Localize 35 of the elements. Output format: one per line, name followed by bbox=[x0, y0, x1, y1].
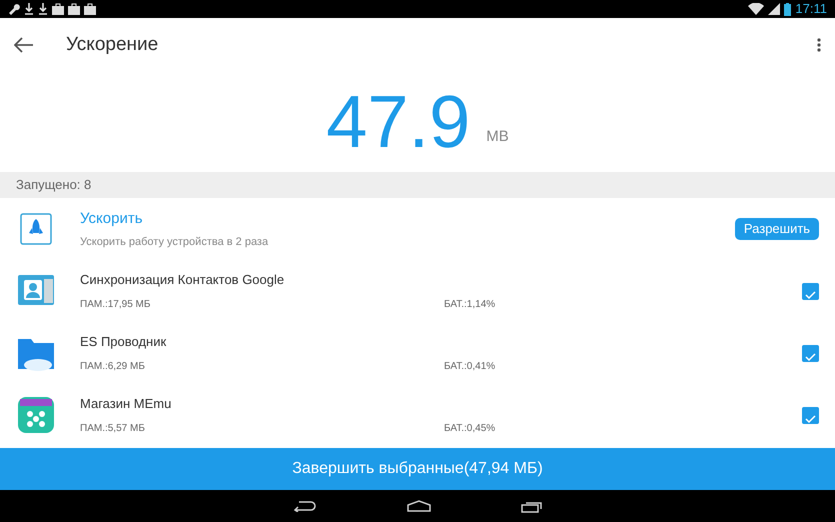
allow-button[interactable]: Разрешить bbox=[735, 218, 819, 240]
download-icon bbox=[24, 3, 34, 15]
store-icon bbox=[16, 395, 56, 435]
finish-selected-button[interactable]: Завершить выбранные(47,94 МБ) bbox=[0, 448, 835, 490]
checkbox[interactable] bbox=[802, 406, 819, 424]
battery-usage: БАТ.:1,14% bbox=[444, 298, 496, 312]
back-icon[interactable] bbox=[14, 37, 34, 53]
bag-icon bbox=[84, 3, 96, 15]
checkbox[interactable] bbox=[802, 344, 819, 362]
download-icon bbox=[38, 3, 48, 15]
wrench-icon bbox=[8, 3, 20, 15]
boost-title: Ускорить bbox=[80, 208, 144, 228]
recent-apps-icon[interactable] bbox=[520, 500, 542, 512]
home-icon[interactable] bbox=[406, 500, 430, 512]
checkbox[interactable] bbox=[802, 282, 819, 300]
bag-icon bbox=[68, 3, 80, 15]
battery-usage: БАТ.:0,45% bbox=[444, 422, 496, 436]
boost-description: Ускорить работу устройства в 2 раза bbox=[80, 235, 270, 250]
memory-usage: ПАМ.:5,57 МБ bbox=[80, 422, 146, 436]
screen-title: Ускорение bbox=[66, 32, 158, 57]
memory-value: 47.9 bbox=[326, 85, 470, 159]
bag-icon bbox=[52, 3, 64, 15]
battery-usage: БАТ.:0,41% bbox=[444, 360, 496, 374]
app-name: Синхронизация Контактов Google bbox=[80, 270, 286, 289]
memory-usage: ПАМ.:6,29 МБ bbox=[80, 360, 146, 374]
memory-unit: MB bbox=[486, 126, 509, 146]
clock: 17:11 bbox=[795, 0, 827, 18]
wifi-icon bbox=[748, 3, 764, 15]
running-count: Запущено: 8 bbox=[16, 176, 92, 194]
more-icon[interactable] bbox=[817, 38, 821, 52]
battery-icon bbox=[784, 2, 792, 16]
app-name: Магазин MEmu bbox=[80, 394, 172, 413]
app-name: ES Проводник bbox=[80, 332, 168, 351]
signal-icon bbox=[768, 3, 780, 15]
memory-usage: ПАМ.:17,95 МБ bbox=[80, 298, 152, 312]
